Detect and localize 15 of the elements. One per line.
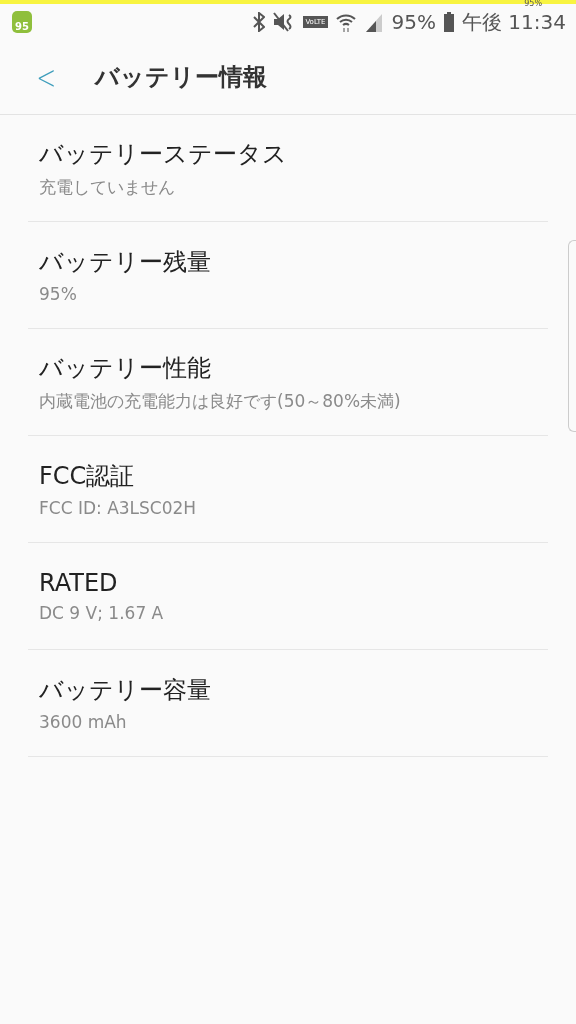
settings-item[interactable]: バッテリー性能 内蔵電池の充電能力は良好です(50～80%未満) <box>28 329 548 436</box>
settings-item[interactable]: バッテリー容量 3600 mAh <box>28 650 548 757</box>
page-title: バッテリー情報 <box>94 62 267 93</box>
signal-icon <box>363 12 384 32</box>
edge-panel-handle[interactable] <box>568 240 576 432</box>
clock: 午後 11:34 <box>462 8 566 36</box>
settings-item[interactable]: バッテリー残量 95% <box>28 222 548 329</box>
wifi-icon <box>335 12 356 32</box>
app-badge: 95 <box>12 11 32 33</box>
bluetooth-icon <box>253 12 266 32</box>
battery-level: 95% <box>391 10 436 34</box>
settings-item[interactable]: FCC認証 FCC ID: A3LSC02H <box>28 436 548 543</box>
battery-icon <box>444 12 454 32</box>
settings-item[interactable]: バッテリーステータス 充電していません <box>28 115 548 222</box>
settings-item[interactable]: RATED DC 9 V; 1.67 A <box>28 543 548 650</box>
